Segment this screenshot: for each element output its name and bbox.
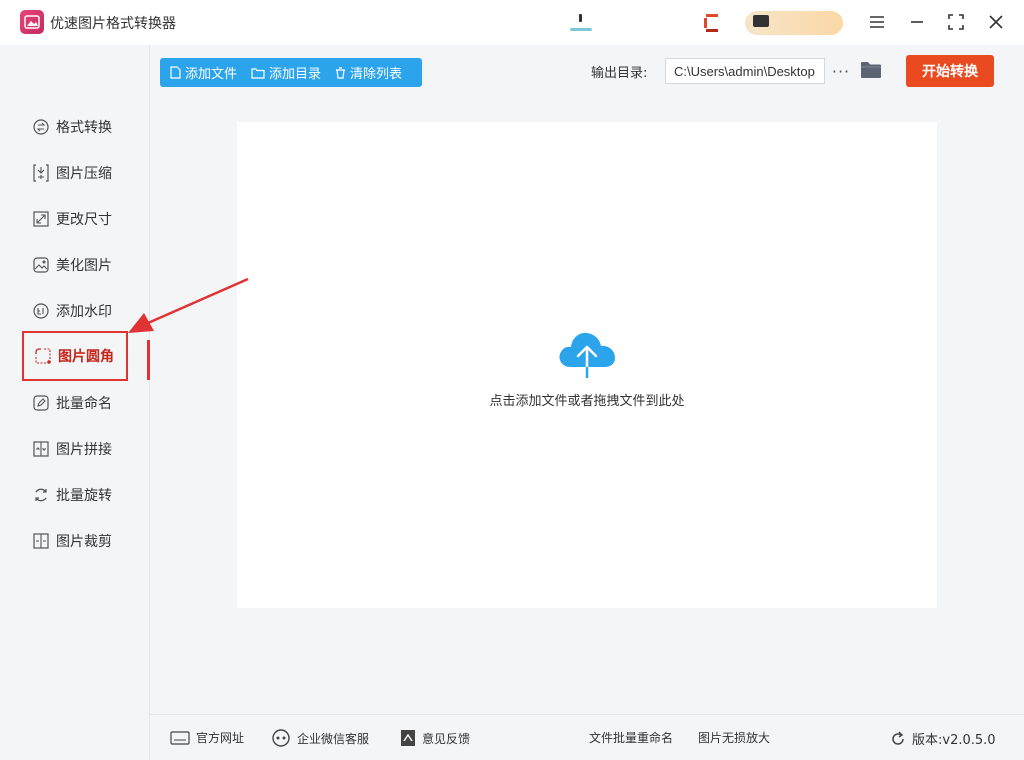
add-file-label: 添加文件 xyxy=(185,67,238,82)
website-icon xyxy=(170,730,190,745)
feedback-link[interactable]: 意见反馈 xyxy=(400,729,470,747)
app-title: 优速图片格式转换器 xyxy=(50,16,176,32)
website-link[interactable]: 官方网址 xyxy=(170,729,244,746)
trash-icon xyxy=(336,66,346,79)
wechat-icon xyxy=(272,729,290,747)
sidebar-item-label: 图片压缩 xyxy=(56,166,112,182)
sidebar-item-beautify[interactable]: 美化图片 xyxy=(22,242,126,288)
minimize-icon xyxy=(911,21,923,23)
rounded-corner-icon xyxy=(34,347,52,365)
compress-icon xyxy=(32,164,50,182)
active-indicator xyxy=(147,340,150,380)
add-file-button[interactable]: 添加文件 xyxy=(170,63,237,82)
clear-list-button[interactable]: 清除列表 xyxy=(335,63,402,82)
drop-hint: 点击添加文件或者拖拽文件到此处 xyxy=(489,394,685,409)
sidebar-item-rounded-corner[interactable]: 图片圆角 xyxy=(22,331,128,381)
rotate-icon xyxy=(32,486,50,504)
menu-icon xyxy=(870,16,884,28)
title-bar: 优速图片格式转换器 xyxy=(0,0,1024,45)
app-logo-icon xyxy=(20,10,44,34)
close-icon xyxy=(989,15,1003,29)
watermark-icon xyxy=(32,302,50,320)
version-label: 版本:v2.0.5.0 xyxy=(912,733,996,748)
sidebar-item-label: 添加水印 xyxy=(56,304,112,320)
feedback-icon xyxy=(401,730,415,746)
sidebar-item-format-convert[interactable]: 格式转换 xyxy=(22,104,126,150)
file-drop-zone[interactable]: 点击添加文件或者拖拽文件到此处 xyxy=(237,122,937,608)
sidebar-item-label: 图片圆角 xyxy=(58,349,114,365)
minimize-button[interactable] xyxy=(905,10,929,34)
sidebar-item-label: 图片拼接 xyxy=(56,442,112,458)
file-toolbar: 添加文件 添加目录 清除列表 xyxy=(160,58,422,87)
footer-bar: 官方网址 企业微信客服 意见反馈 文件批量重命名 图片无损放大 版本:v2.0.… xyxy=(150,714,1024,760)
feedback-label: 意见反馈 xyxy=(422,731,471,746)
sidebar-item-watermark[interactable]: 添加水印 xyxy=(22,288,126,334)
version-info[interactable]: 版本:v2.0.5.0 xyxy=(890,729,996,748)
open-folder-button[interactable] xyxy=(860,60,882,82)
sidebar-item-crop[interactable]: 图片裁剪 xyxy=(22,518,126,564)
resize-icon xyxy=(32,210,50,228)
sidebar-item-compress[interactable]: 图片压缩 xyxy=(22,150,126,196)
lossless-enlarge-link[interactable]: 图片无损放大 xyxy=(698,729,770,746)
wechat-service-link[interactable]: 企业微信客服 xyxy=(271,729,369,747)
rename-icon xyxy=(32,394,50,412)
swap-icon xyxy=(32,118,50,136)
sidebar-item-label: 更改尺寸 xyxy=(56,212,112,228)
avatar xyxy=(753,15,769,27)
wechat-label: 企业微信客服 xyxy=(297,731,370,746)
sidebar-item-rotate[interactable]: 批量旋转 xyxy=(22,472,126,518)
output-path-input[interactable] xyxy=(665,58,825,84)
start-convert-button[interactable]: 开始转换 xyxy=(906,55,994,87)
folder-icon xyxy=(251,67,265,79)
folder-icon xyxy=(861,62,881,78)
promo-icon[interactable] xyxy=(704,14,720,32)
crop-icon xyxy=(32,532,50,550)
skin-icon[interactable] xyxy=(570,14,592,32)
website-label: 官方网址 xyxy=(196,731,245,745)
maximize-button[interactable] xyxy=(944,10,968,34)
output-dir-label: 输出目录: xyxy=(591,66,648,81)
clear-list-label: 清除列表 xyxy=(350,67,403,82)
maximize-icon xyxy=(948,14,964,30)
lossless-enlarge-label: 图片无损放大 xyxy=(698,731,771,745)
sidebar-item-label: 批量旋转 xyxy=(56,488,112,504)
sidebar: 格式转换 图片压缩 更改尺寸 美化图片 添加水印 图片圆角 批量命名 图片拼接 … xyxy=(0,45,150,760)
batch-rename-link[interactable]: 文件批量重命名 xyxy=(589,729,673,746)
sidebar-item-batch-rename[interactable]: 批量命名 xyxy=(22,380,126,426)
menu-button[interactable] xyxy=(865,10,889,34)
sidebar-item-resize[interactable]: 更改尺寸 xyxy=(22,196,126,242)
sidebar-item-label: 格式转换 xyxy=(56,120,112,136)
sidebar-item-label: 美化图片 xyxy=(56,258,112,274)
beautify-icon xyxy=(32,256,50,274)
sidebar-item-stitch[interactable]: 图片拼接 xyxy=(22,426,126,472)
add-folder-button[interactable]: 添加目录 xyxy=(251,63,321,82)
refresh-icon xyxy=(892,731,904,745)
stitch-icon xyxy=(32,440,50,458)
more-options-button[interactable]: ··· xyxy=(831,61,851,81)
sidebar-item-label: 图片裁剪 xyxy=(56,534,112,550)
add-folder-label: 添加目录 xyxy=(269,67,322,82)
sidebar-item-label: 批量命名 xyxy=(56,396,112,412)
batch-rename-label: 文件批量重命名 xyxy=(589,731,674,745)
file-icon xyxy=(170,66,181,79)
cloud-upload-icon xyxy=(559,332,615,380)
user-account-badge[interactable] xyxy=(745,11,843,35)
close-button[interactable] xyxy=(984,10,1008,34)
